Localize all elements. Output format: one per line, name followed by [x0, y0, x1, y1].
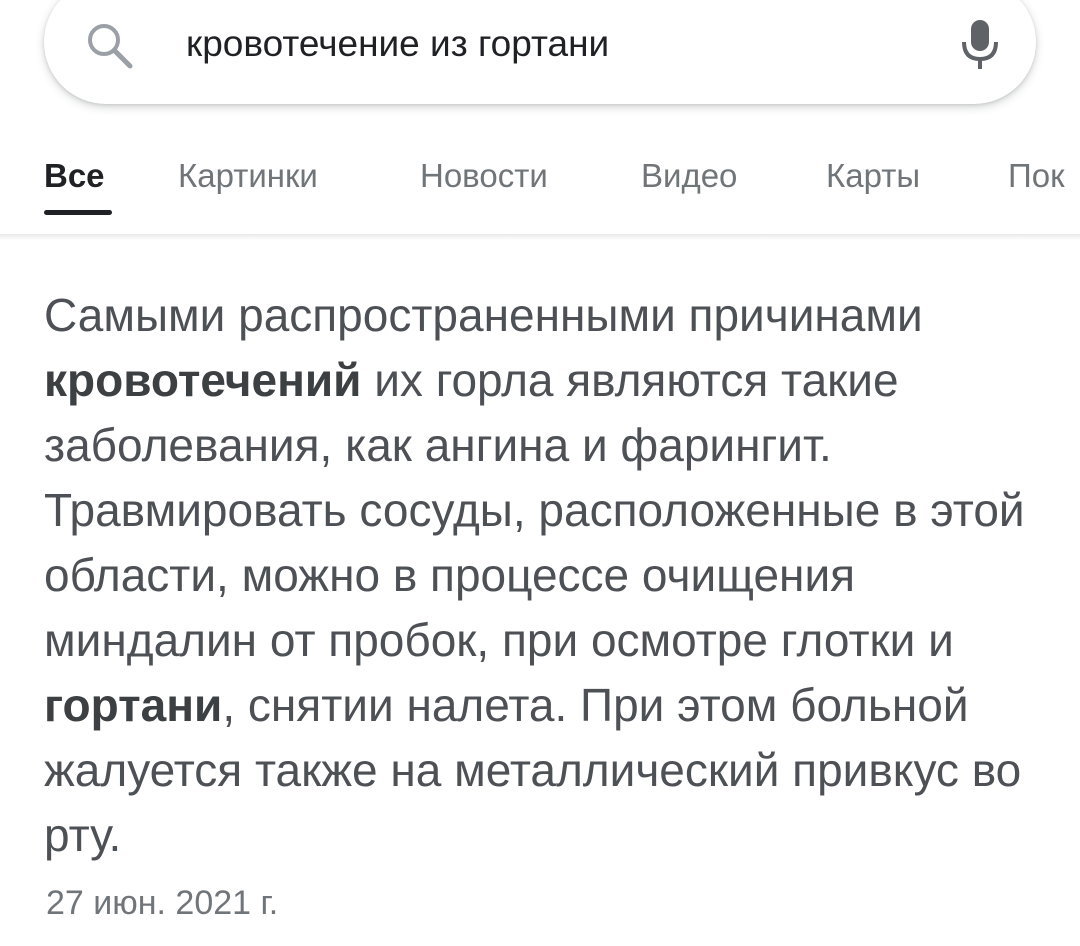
tabs-divider — [0, 234, 1080, 240]
search-input[interactable]: кровотечение из гортани — [186, 19, 609, 69]
tab-all[interactable]: Все — [44, 156, 105, 196]
snippet-highlight: кровотечений — [44, 354, 362, 406]
tab-shopping[interactable]: Пок — [1008, 156, 1065, 196]
tab-maps[interactable]: Карты — [826, 156, 920, 196]
featured-snippet-text: Самыми распространенными причинами крово… — [44, 283, 1044, 868]
search-icon[interactable] — [86, 22, 136, 72]
snippet-highlight: гортани — [44, 679, 223, 731]
snippet-date: 27 июн. 2021 г. — [46, 884, 279, 922]
mic-icon[interactable] — [956, 16, 1004, 74]
tab-news[interactable]: Новости — [420, 156, 548, 196]
active-tab-indicator — [44, 210, 112, 215]
tab-video[interactable]: Видео — [641, 156, 737, 196]
search-tabs: Все Картинки Новости Видео Карты Пок — [0, 140, 1080, 218]
snippet-text-part: Самыми распространенными причинами — [44, 289, 923, 341]
tab-images[interactable]: Картинки — [178, 156, 318, 196]
